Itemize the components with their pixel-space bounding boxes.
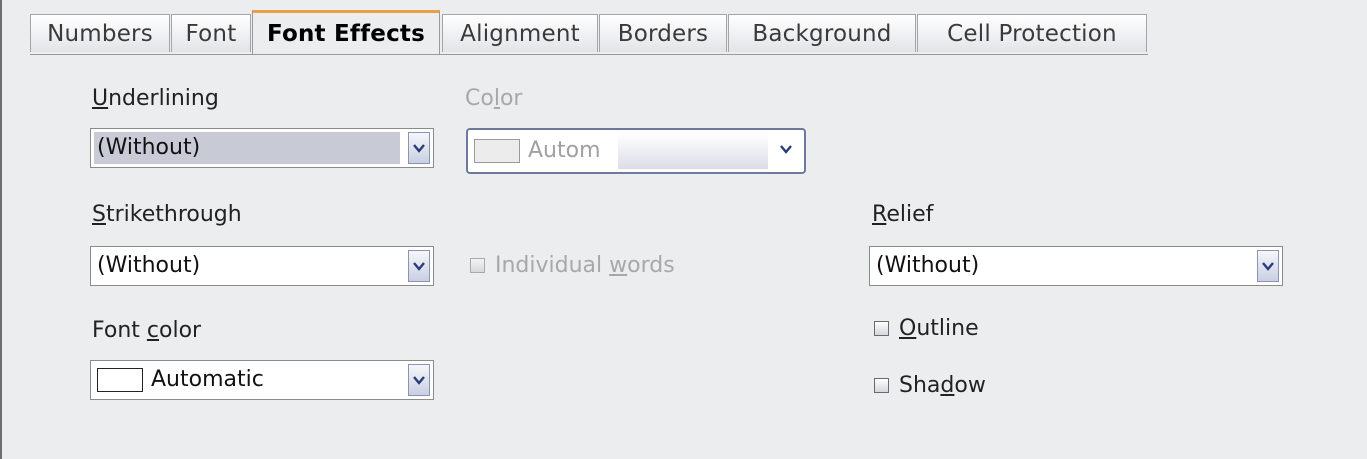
tab-font[interactable]: Font — [171, 14, 251, 52]
color-label: Color — [465, 86, 523, 111]
outline-checkbox[interactable]: Outline — [874, 316, 979, 341]
color-fade — [618, 133, 768, 169]
font-color-value: Automatic — [151, 367, 264, 392]
tab-bar: Numbers Font Font Effects Alignment Bord… — [30, 10, 1150, 54]
strikethrough-dropdown[interactable]: (Without) — [90, 246, 434, 286]
strikethrough-label: Strikethrough — [92, 202, 242, 227]
relief-label: Relief — [872, 202, 934, 227]
chevron-down-icon[interactable] — [408, 364, 430, 396]
shadow-label: Shadow — [899, 373, 986, 398]
relief-value: (Without) — [876, 253, 980, 278]
strikethrough-value: (Without) — [97, 253, 201, 278]
chevron-down-icon[interactable] — [780, 144, 792, 154]
outline-label: Outline — [899, 316, 979, 341]
chevron-down-icon[interactable] — [408, 250, 430, 282]
checkbox-box[interactable] — [874, 378, 889, 393]
color-value: Autom — [528, 138, 601, 163]
tab-alignment[interactable]: Alignment — [442, 14, 598, 52]
chevron-down-icon[interactable] — [1257, 250, 1279, 282]
tab-borders[interactable]: Borders — [599, 14, 727, 52]
underlining-label: Underlining — [92, 86, 219, 111]
individual-words-checkbox[interactable]: Individual words — [470, 253, 675, 278]
relief-dropdown[interactable]: (Without) — [869, 246, 1283, 286]
window-left-border — [0, 0, 2, 459]
font-color-swatch — [97, 368, 143, 392]
underlining-value: (Without) — [97, 135, 201, 160]
checkbox-box[interactable] — [470, 258, 485, 273]
tab-background[interactable]: Background — [728, 14, 916, 52]
color-dropdown[interactable]: Autom — [466, 128, 806, 174]
tab-numbers[interactable]: Numbers — [30, 14, 170, 52]
color-swatch — [474, 139, 520, 163]
individual-words-label: Individual words — [495, 253, 675, 278]
tab-font-effects[interactable]: Font Effects — [252, 10, 440, 54]
font-color-label: Font color — [92, 318, 202, 343]
font-color-dropdown[interactable]: Automatic — [90, 360, 434, 400]
chevron-down-icon[interactable] — [408, 132, 430, 164]
tab-divider — [30, 54, 1148, 55]
underlining-dropdown[interactable]: (Without) — [90, 128, 434, 168]
checkbox-box[interactable] — [874, 321, 889, 336]
shadow-checkbox[interactable]: Shadow — [874, 373, 986, 398]
tab-cell-protection[interactable]: Cell Protection — [917, 14, 1147, 52]
